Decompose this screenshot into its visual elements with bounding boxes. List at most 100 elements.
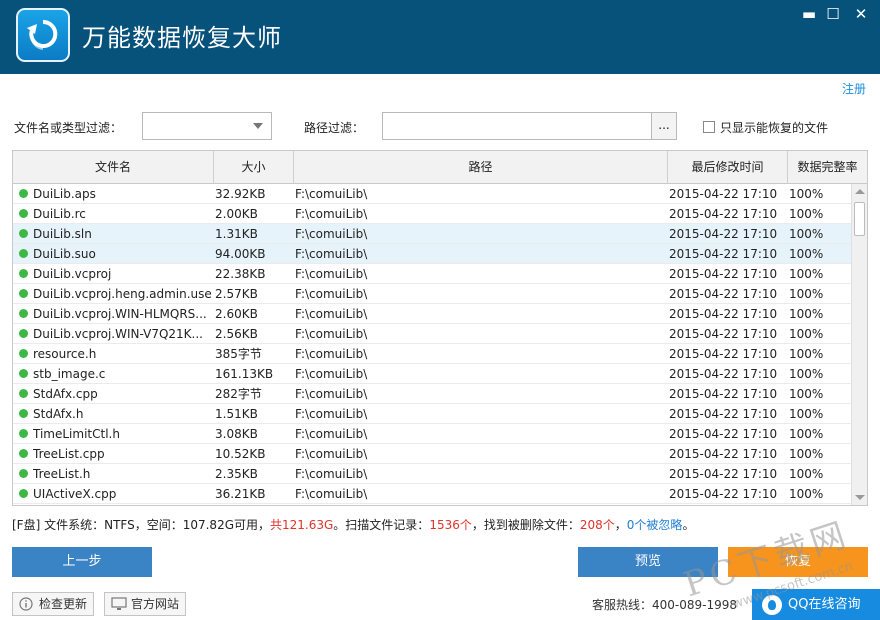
recoverable-status-dot-icon bbox=[19, 349, 28, 358]
table-row[interactable]: DuiLib.vcproj.WIN-V7Q21K... 2.56KB F:\comu… bbox=[13, 324, 851, 344]
scroll-down-arrow-icon[interactable] bbox=[855, 495, 865, 500]
modified-time-cell: 2015-04-22 17:10 bbox=[669, 327, 778, 341]
app-title: 万能数据恢复大师 bbox=[82, 24, 282, 52]
modified-time-cell: 2015-04-22 17:10 bbox=[669, 267, 778, 281]
column-header-name[interactable]: 文件名 bbox=[13, 151, 214, 184]
integrity-cell: 100% bbox=[789, 267, 824, 281]
table-row[interactable]: TreeList.cpp 10.52KB F:\comuiLib\ 2015-04-2… bbox=[13, 444, 851, 464]
recoverable-status-dot-icon bbox=[19, 309, 28, 318]
maximize-button[interactable]: ☐ bbox=[822, 4, 844, 24]
only-recoverable-checkbox[interactable] bbox=[703, 121, 715, 133]
integrity-cell: 100% bbox=[789, 427, 824, 441]
recoverable-status-dot-icon bbox=[19, 269, 28, 278]
table-row[interactable]: DuiLib.vcproj.WIN-HLMQRS... 2.60KB F:\comu… bbox=[13, 304, 851, 324]
file-name-cell: DuiLib.vcproj.heng.admin.user bbox=[33, 287, 211, 301]
modified-time-cell: 2015-04-22 17:10 bbox=[669, 227, 778, 241]
close-button[interactable]: ✕ bbox=[850, 4, 872, 24]
table-row[interactable]: StdAfx.cpp 282字节 F:\comuiLib\ 2015-04-22 17… bbox=[13, 384, 851, 404]
file-name-cell: UIActiveX.cpp bbox=[33, 487, 117, 501]
qq-support-button[interactable]: QQ在线咨询 bbox=[752, 589, 880, 620]
minimize-button[interactable]: ▬ bbox=[798, 4, 820, 24]
official-site-label: 官方网站 bbox=[131, 597, 180, 611]
integrity-cell: 100% bbox=[789, 247, 824, 261]
column-header-size[interactable]: 大小 bbox=[214, 151, 294, 184]
table-row[interactable]: stb_image.c 161.13KB F:\comuiLib\ 2015-04-2… bbox=[13, 364, 851, 384]
official-site-button[interactable]: 官方网站 bbox=[104, 592, 187, 616]
file-size-cell: 10.52KB bbox=[215, 447, 266, 461]
integrity-cell: 100% bbox=[789, 407, 824, 421]
file-name-cell: DuiLib.vcproj bbox=[33, 267, 112, 281]
file-size-cell: 161.13KB bbox=[215, 367, 274, 381]
column-header-path[interactable]: 路径 bbox=[294, 151, 668, 184]
modified-time-cell: 2015-04-22 17:10 bbox=[669, 207, 778, 221]
file-path-cell: F:\comuiLib\ bbox=[295, 427, 368, 441]
scroll-up-arrow-icon[interactable] bbox=[855, 189, 865, 194]
recoverable-status-dot-icon bbox=[19, 469, 28, 478]
file-name-cell: TreeList.h bbox=[33, 467, 91, 481]
table-row[interactable]: DuiLib.rc 2.00KB F:\comuiLib\ 2015-04-22 17… bbox=[13, 204, 851, 224]
check-update-label: 检查更新 bbox=[39, 597, 88, 611]
integrity-cell: 100% bbox=[789, 347, 824, 361]
file-path-cell: F:\comuiLib\ bbox=[295, 307, 368, 321]
integrity-cell: 100% bbox=[789, 387, 824, 401]
file-name-cell: DuiLib.aps bbox=[33, 187, 96, 201]
table-row[interactable]: TreeList.h 2.35KB F:\comuiLib\ 2015-04-22 1… bbox=[13, 464, 851, 484]
modified-time-cell: 2015-04-22 17:10 bbox=[669, 487, 778, 501]
file-path-cell: F:\comuiLib\ bbox=[295, 287, 368, 301]
table-row[interactable]: DuiLib.aps 32.92KB F:\comuiLib\ 2015-04-22 … bbox=[13, 184, 851, 204]
table-row[interactable]: DuiLib.vcproj.heng.admin.user 2.57KB F:\co… bbox=[13, 284, 851, 304]
file-path-cell: F:\comuiLib\ bbox=[295, 367, 368, 381]
browse-path-button[interactable]: ... bbox=[651, 112, 677, 140]
file-size-cell: 2.57KB bbox=[215, 287, 258, 301]
integrity-cell: 100% bbox=[789, 227, 824, 241]
file-size-cell: 385字节 bbox=[215, 347, 262, 361]
table-row[interactable]: resource.h 385字节 F:\comuiLib\ 2015-04-22 17… bbox=[13, 344, 851, 364]
file-size-cell: 1.51KB bbox=[215, 407, 258, 421]
vertical-scrollbar[interactable] bbox=[851, 184, 867, 505]
preview-button[interactable]: 预览 bbox=[578, 547, 718, 577]
name-type-filter-combo[interactable] bbox=[142, 112, 272, 140]
file-path-cell: F:\comuiLib\ bbox=[295, 227, 368, 241]
table-row[interactable]: UIActiveX.cpp 36.21KB F:\comuiLib\ 2015-04-… bbox=[13, 484, 851, 504]
file-path-cell: F:\comuiLib\ bbox=[295, 387, 368, 401]
table-row[interactable]: DuiLib.vcproj 22.38KB F:\comuiLib\ 2015-04-… bbox=[13, 264, 851, 284]
file-path-cell: F:\comuiLib\ bbox=[295, 467, 368, 481]
chevron-down-icon bbox=[253, 123, 263, 129]
path-filter-input[interactable] bbox=[382, 112, 652, 140]
recoverable-status-dot-icon bbox=[19, 489, 28, 498]
integrity-cell: 100% bbox=[789, 327, 824, 341]
column-header-modified-time[interactable]: 最后修改时间 bbox=[668, 151, 788, 184]
table-row[interactable]: DuiLib.suo 94.00KB F:\comuiLib\ 2015-04-22 … bbox=[13, 244, 851, 264]
scroll-thumb[interactable] bbox=[854, 202, 865, 236]
column-header-integrity[interactable]: 数据完整率 bbox=[788, 151, 867, 184]
back-button[interactable]: 上一步 bbox=[12, 547, 152, 577]
file-size-cell: 2.60KB bbox=[215, 307, 258, 321]
recoverable-status-dot-icon bbox=[19, 389, 28, 398]
file-path-cell: F:\comuiLib\ bbox=[295, 247, 368, 261]
recoverable-status-dot-icon bbox=[19, 329, 28, 338]
monitor-icon bbox=[111, 597, 127, 610]
modified-time-cell: 2015-04-22 17:10 bbox=[669, 387, 778, 401]
status-total-space: 共121.63G bbox=[270, 518, 334, 532]
modified-time-cell: 2015-04-22 17:10 bbox=[669, 467, 778, 481]
recover-button[interactable]: 恢复 bbox=[728, 547, 868, 577]
integrity-cell: 100% bbox=[789, 287, 824, 301]
modified-time-cell: 2015-04-22 17:10 bbox=[669, 347, 778, 361]
table-row[interactable]: DuiLib.sln 1.31KB F:\comuiLib\ 2015-04-22 1… bbox=[13, 224, 851, 244]
file-name-cell: StdAfx.h bbox=[33, 407, 84, 421]
only-recoverable-label[interactable]: 只显示能恢复的文件 bbox=[720, 119, 828, 136]
recoverable-status-dot-icon bbox=[19, 289, 28, 298]
file-name-cell: DuiLib.vcproj.WIN-V7Q21K... bbox=[33, 327, 203, 341]
modified-time-cell: 2015-04-22 17:10 bbox=[669, 287, 778, 301]
recoverable-status-dot-icon bbox=[19, 409, 28, 418]
status-found-label: ，找到被删除文件： bbox=[471, 518, 580, 532]
check-update-button[interactable]: 检查更新 bbox=[12, 592, 95, 616]
table-row[interactable]: TimeLimitCtl.h 3.08KB F:\comuiLib\ 2015-04-… bbox=[13, 424, 851, 444]
file-name-cell: DuiLib.sln bbox=[33, 227, 92, 241]
file-name-cell: TimeLimitCtl.h bbox=[33, 427, 120, 441]
table-row[interactable]: StdAfx.h 1.51KB F:\comuiLib\ 2015-04-22 17:… bbox=[13, 404, 851, 424]
modified-time-cell: 2015-04-22 17:10 bbox=[669, 427, 778, 441]
register-link[interactable]: 注册 bbox=[842, 80, 866, 97]
status-ignored-link[interactable]: 0个被忽略 bbox=[627, 518, 683, 532]
status-scan-count: 1536个 bbox=[429, 518, 472, 532]
